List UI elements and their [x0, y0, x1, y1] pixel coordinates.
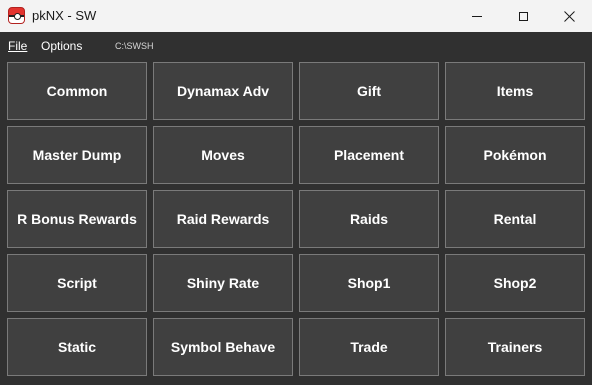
- title-bar[interactable]: pkNX - SW: [0, 0, 592, 32]
- script-button[interactable]: Script: [7, 254, 147, 312]
- minimize-button[interactable]: [454, 0, 500, 32]
- pokeball-icon: [8, 7, 25, 24]
- close-button[interactable]: [546, 0, 592, 32]
- placement-button[interactable]: Placement: [299, 126, 439, 184]
- maximize-button[interactable]: [500, 0, 546, 32]
- common-button[interactable]: Common: [7, 62, 147, 120]
- trade-button[interactable]: Trade: [299, 318, 439, 376]
- shiny-rate-button[interactable]: Shiny Rate: [153, 254, 293, 312]
- shop2-button[interactable]: Shop2: [445, 254, 585, 312]
- raids-button[interactable]: Raids: [299, 190, 439, 248]
- trainers-button[interactable]: Trainers: [445, 318, 585, 376]
- r-bonus-rewards-button[interactable]: R Bonus Rewards: [7, 190, 147, 248]
- static-button[interactable]: Static: [7, 318, 147, 376]
- app-window: pkNX - SW File Options C:\SWSH Common Dy…: [0, 0, 592, 385]
- path-label: C:\SWSH: [115, 41, 154, 51]
- editor-button-grid: Common Dynamax Adv Gift Items Master Dum…: [7, 62, 585, 376]
- minimize-icon: [472, 15, 482, 17]
- close-icon: [563, 10, 575, 22]
- pokemon-button[interactable]: Pokémon: [445, 126, 585, 184]
- moves-button[interactable]: Moves: [153, 126, 293, 184]
- dynamax-adv-button[interactable]: Dynamax Adv: [153, 62, 293, 120]
- rental-button[interactable]: Rental: [445, 190, 585, 248]
- menu-options[interactable]: Options: [41, 39, 82, 53]
- shop1-button[interactable]: Shop1: [299, 254, 439, 312]
- window-title: pkNX - SW: [32, 8, 97, 23]
- gift-button[interactable]: Gift: [299, 62, 439, 120]
- symbol-behave-button[interactable]: Symbol Behave: [153, 318, 293, 376]
- items-button[interactable]: Items: [445, 62, 585, 120]
- menu-bar: File Options C:\SWSH: [0, 32, 592, 58]
- master-dump-button[interactable]: Master Dump: [7, 126, 147, 184]
- raid-rewards-button[interactable]: Raid Rewards: [153, 190, 293, 248]
- maximize-icon: [518, 11, 528, 21]
- menu-file[interactable]: File: [8, 39, 27, 53]
